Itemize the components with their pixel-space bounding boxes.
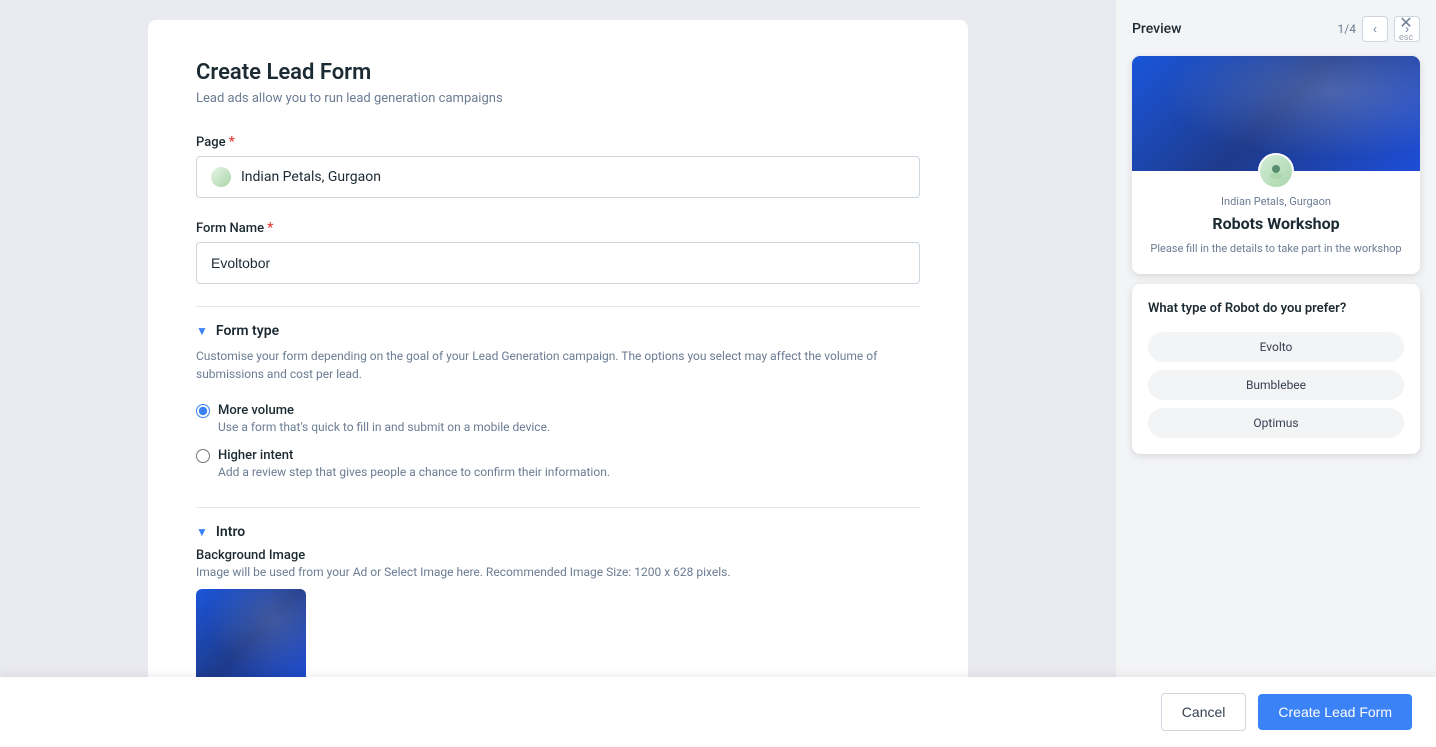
required-indicator: * [229,134,235,150]
preview-header: Preview 1/4 ‹ › [1132,16,1420,42]
esc-label: esc [1399,33,1413,43]
form-name-input[interactable] [196,242,920,284]
radio-more-volume[interactable] [196,404,210,418]
preview-form-desc: Please fill in the details to take part … [1148,241,1404,258]
page-subtitle: Lead ads allow you to run lead generatio… [196,91,920,106]
divider-1 [196,306,920,307]
form-container: Create Lead Form Lead ads allow you to r… [148,20,968,727]
radio-higher-intent[interactable] [196,449,210,463]
radio-higher-intent-label: Higher intent [218,448,293,463]
required-indicator-2: * [267,220,273,236]
form-name-field-group: Form Name * [196,220,920,284]
logo-icon [1266,161,1286,181]
preview-card-intro: Indian Petals, Gurgaon Robots Workshop P… [1132,56,1420,274]
create-lead-form-button[interactable]: Create Lead Form [1258,694,1412,730]
preview-form-title: Robots Workshop [1148,214,1404,233]
preview-prev-button[interactable]: ‹ [1362,16,1388,42]
page-input[interactable]: Indian Petals, Gurgaon [196,156,920,198]
preview-option-evolto[interactable]: Evolto [1148,332,1404,362]
radio-label-more-volume[interactable]: More volume [196,403,920,418]
cancel-button[interactable]: Cancel [1161,693,1247,731]
page-field-group: Page * Indian Petals, Gurgaon [196,134,920,198]
radio-more-volume-label: More volume [218,403,294,418]
preview-option-bumblebee[interactable]: Bumblebee [1148,370,1404,400]
page-title: Create Lead Form [196,60,920,85]
preview-logo [1258,153,1294,189]
preview-pagination: 1/4 [1338,22,1356,36]
radio-label-higher-intent[interactable]: Higher intent [196,448,920,463]
preview-banner [1132,56,1420,171]
preview-title: Preview [1132,21,1182,37]
close-icon: ✕ [1399,13,1412,32]
preview-page-name: Indian Petals, Gurgaon [1148,195,1404,208]
intro-title: Intro [216,524,245,540]
intro-section: ▼ Intro Background Image Image will be u… [196,507,920,689]
form-type-radio-group: More volume Use a form that's quick to f… [196,403,920,479]
preview-panel: Preview 1/4 ‹ › ✕ esc [1116,0,1436,747]
preview-logo-wrap [1258,153,1294,189]
bg-image-label: Background Image [196,548,920,563]
close-button[interactable]: ✕ esc [1392,14,1420,42]
collapse-icon-intro[interactable]: ▼ [196,525,208,539]
bg-image-field: Background Image Image will be used from… [196,548,920,689]
form-type-section: ▼ Form type Customise your form dependin… [196,323,920,479]
radio-item-higher-intent: Higher intent Add a review step that giv… [196,448,920,479]
radio-more-volume-desc: Use a form that's quick to fill in and s… [218,420,920,434]
form-type-title: Form type [216,323,279,339]
collapse-icon-form-type[interactable]: ▼ [196,324,208,338]
form-type-desc: Customise your form depending on the goa… [196,347,920,383]
radio-item-more-volume: More volume Use a form that's quick to f… [196,403,920,434]
form-type-header: ▼ Form type [196,323,920,339]
page-field-label: Page * [196,134,920,150]
page-icon [211,167,231,187]
preview-option-optimus[interactable]: Optimus [1148,408,1404,438]
bg-image-preview[interactable] [196,589,306,689]
preview-question-title: What type of Robot do you prefer? [1148,300,1404,318]
divider-2 [196,507,920,508]
footer-bar: Cancel Create Lead Form [0,677,1436,747]
intro-header: ▼ Intro [196,524,920,540]
preview-card-question: What type of Robot do you prefer? Evolto… [1132,284,1420,454]
radio-higher-intent-desc: Add a review step that gives people a ch… [218,465,920,479]
form-name-label: Form Name * [196,220,920,236]
preview-content: Indian Petals, Gurgaon Robots Workshop P… [1132,56,1420,747]
bg-image-desc: Image will be used from your Ad or Selec… [196,565,920,579]
